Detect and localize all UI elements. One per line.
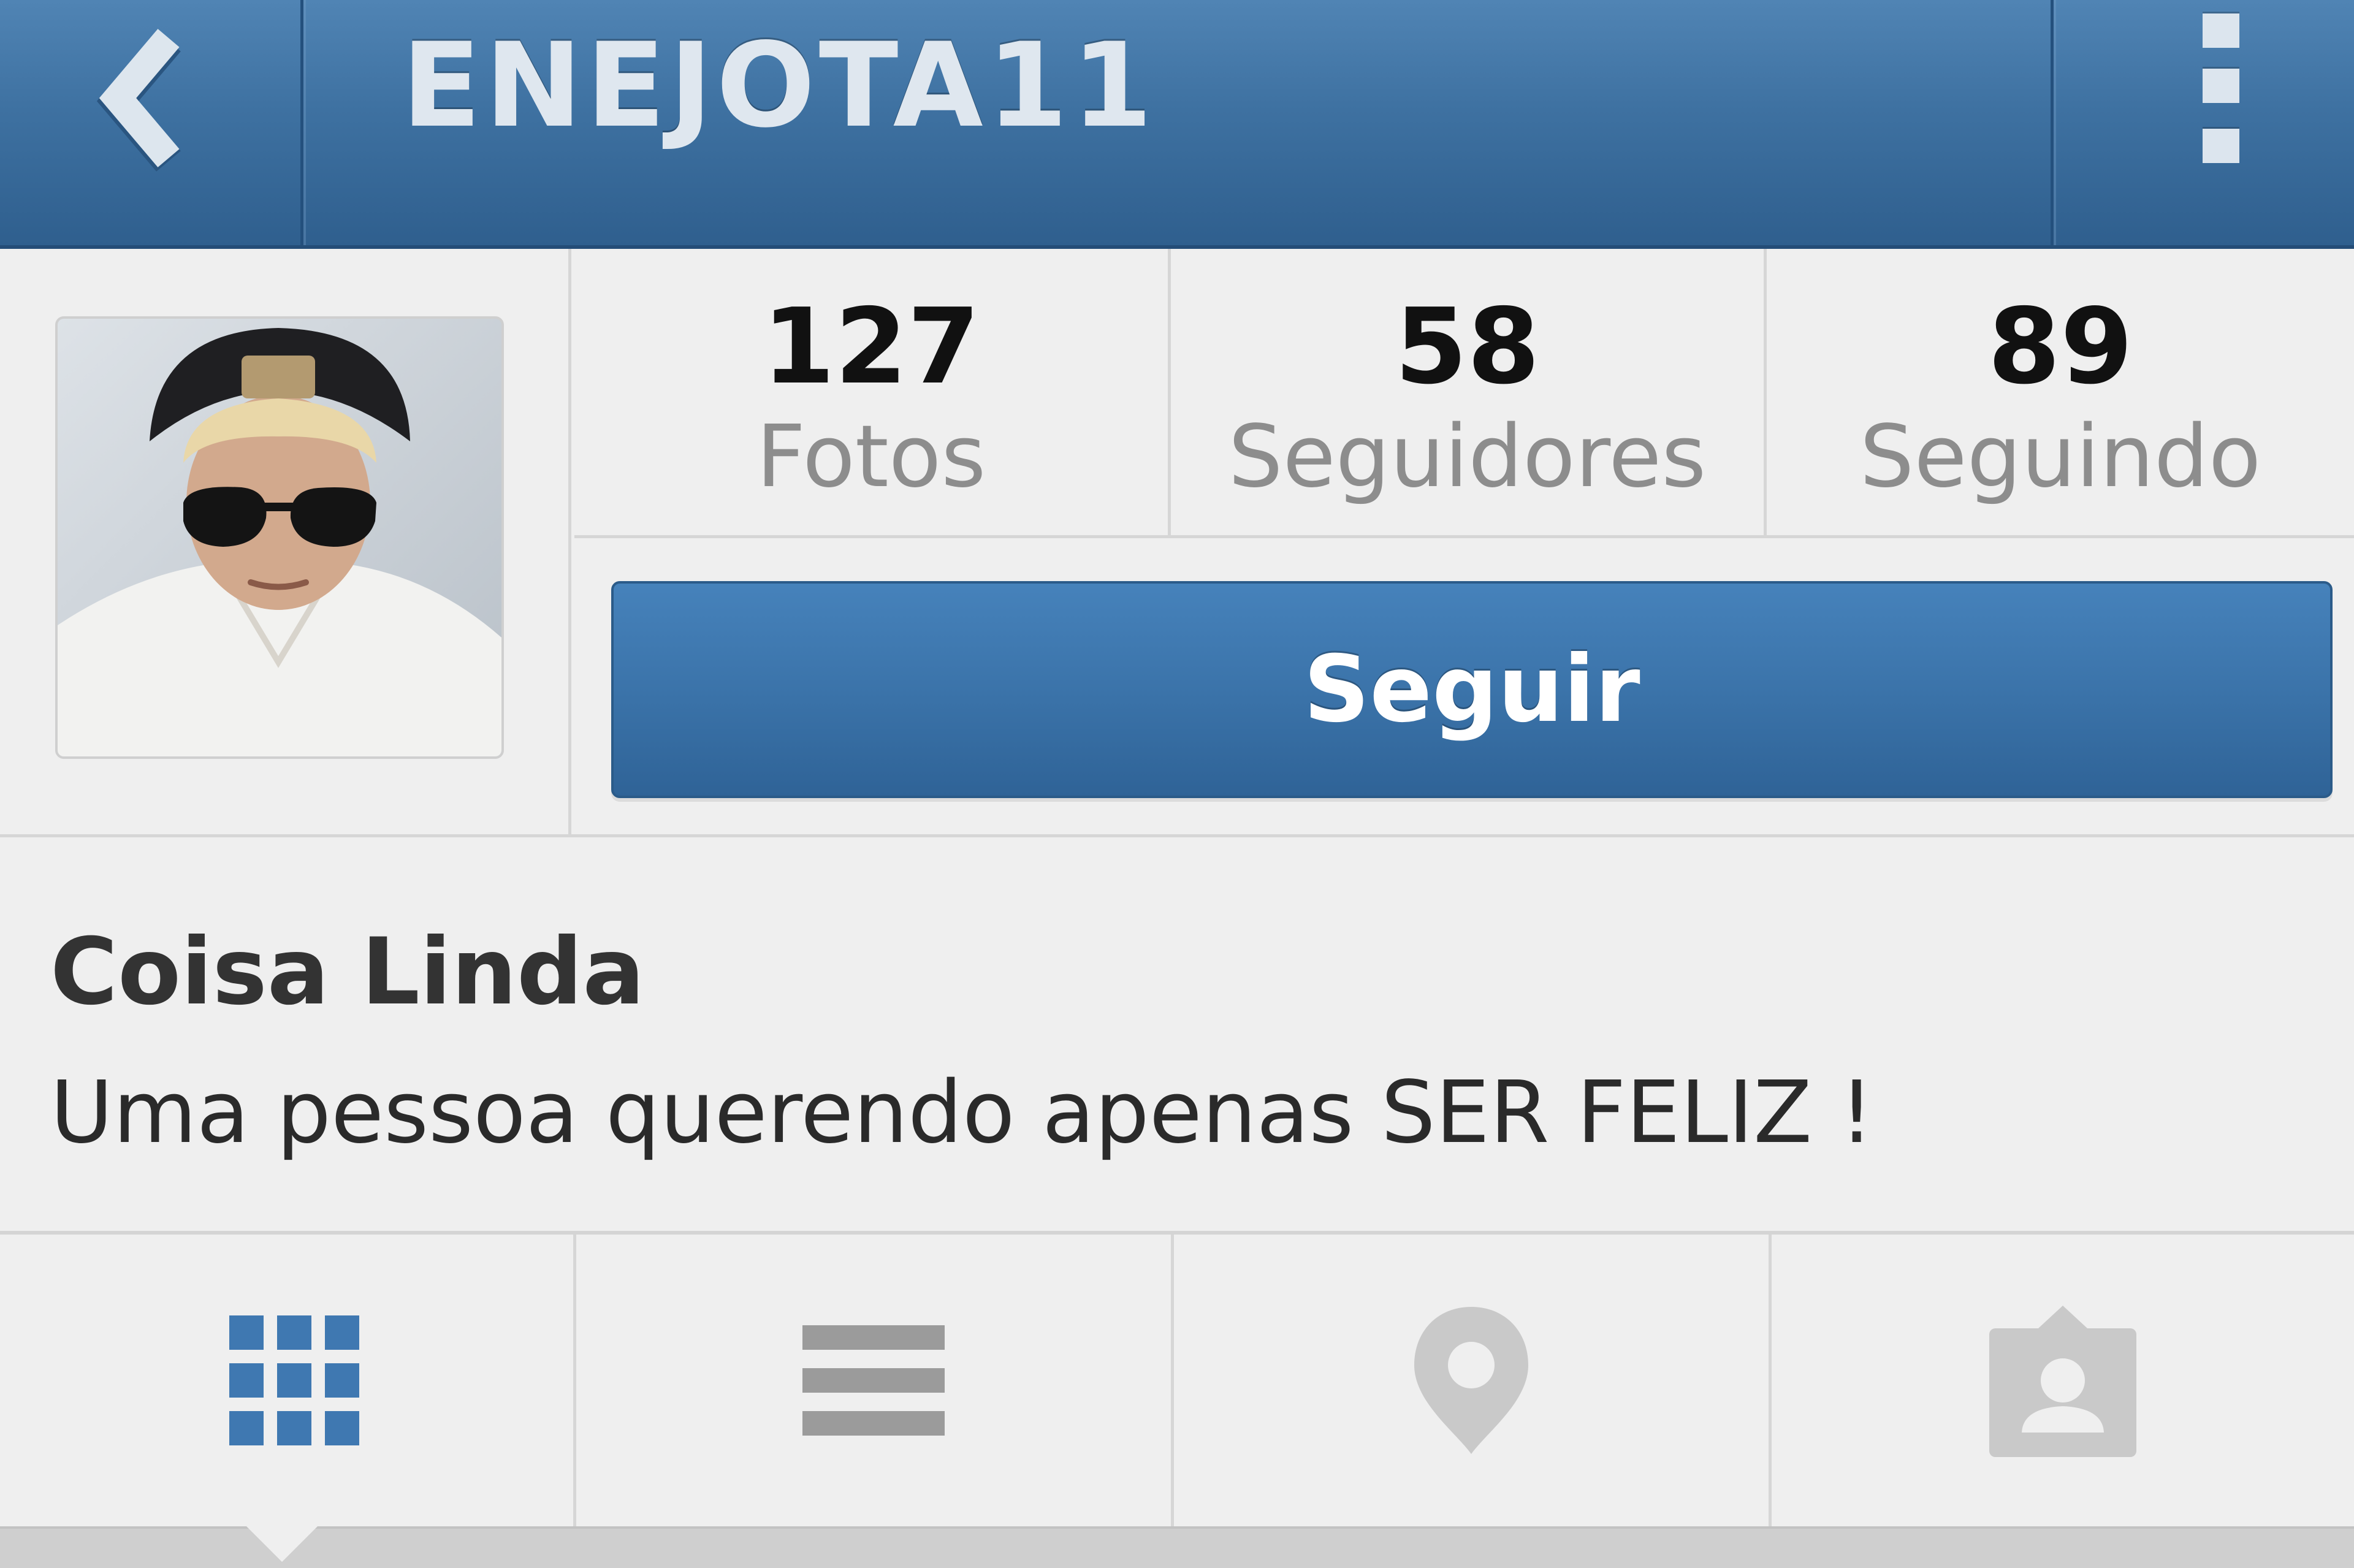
tagged-photos-icon <box>1989 1306 2136 1457</box>
tab-tagged-photos[interactable] <box>1769 1235 2354 1526</box>
profile-header: 127 Fotos 58 Seguidores 89 Seguindo Segu… <box>0 249 2354 837</box>
follow-button-label: Seguir <box>1303 636 1640 743</box>
profile-screen: ENEJOTA11 127 Fotos 58 Seguidores 89 Seg… <box>0 0 2354 1568</box>
tab-list-view[interactable] <box>573 1235 1171 1526</box>
stat-followers[interactable]: 58 Seguidores <box>1168 249 1764 535</box>
profile-bio: Coisa Linda Uma pessoa querendo apenas S… <box>0 837 2354 1235</box>
overflow-menu-button[interactable] <box>2054 0 2354 245</box>
followers-count: 58 <box>1395 286 1540 408</box>
view-tabs <box>0 1235 2354 1526</box>
tab-grid-view[interactable] <box>0 1235 588 1526</box>
avatar-photo <box>58 319 501 756</box>
map-pin-icon <box>1414 1307 1528 1454</box>
list-view-icon <box>802 1325 945 1436</box>
photos-label: Fotos <box>756 407 986 507</box>
profile-username-title: ENEJOTA11 <box>402 18 1157 153</box>
avatar-cell <box>0 249 571 834</box>
following-count: 89 <box>1987 286 2133 408</box>
followers-label: Seguidores <box>1228 407 1707 507</box>
tab-map-view[interactable] <box>1171 1235 1769 1526</box>
back-button[interactable] <box>0 0 300 245</box>
stat-following[interactable]: 89 Seguindo <box>1764 249 2354 535</box>
profile-stats: 127 Fotos 58 Seguidores 89 Seguindo <box>574 249 2354 538</box>
tab-indicator-strip <box>0 1525 2354 1568</box>
following-label: Seguindo <box>1859 407 2261 507</box>
photos-count: 127 <box>762 286 980 408</box>
avatar[interactable] <box>55 316 504 759</box>
grid-view-icon <box>229 1315 359 1445</box>
action-bar-divider <box>300 0 303 245</box>
action-bar: ENEJOTA11 <box>0 0 2354 249</box>
back-chevron-icon <box>96 29 181 172</box>
stat-photos[interactable]: 127 Fotos <box>574 249 1168 535</box>
active-tab-pointer <box>245 1525 319 1562</box>
profile-full-name: Coisa Linda <box>50 919 645 1026</box>
follow-button[interactable]: Seguir <box>611 581 2333 798</box>
profile-bio-text: Uma pessoa querendo apenas SER FELIZ ! <box>50 1063 1874 1163</box>
